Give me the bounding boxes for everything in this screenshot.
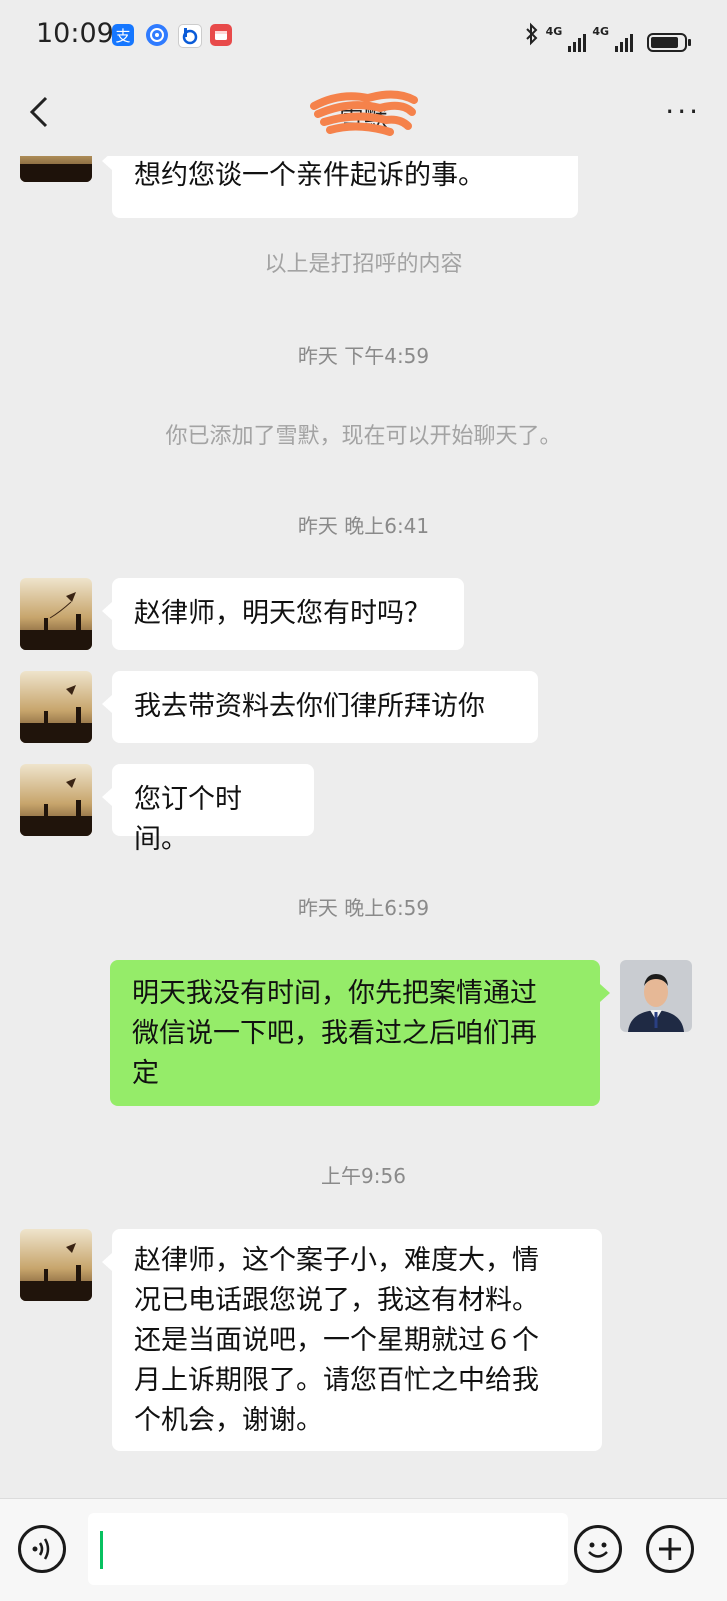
alipay-icon: 支 [112,24,134,46]
contact-avatar[interactable] [20,764,92,836]
contact-avatar[interactable] [20,1229,92,1301]
message-list[interactable]: 想约您谈一个亲件起诉的事。 以上是打招呼的内容 昨天 下午4:59 你已添加了雪… [0,156,727,1498]
calendar-app-icon [210,24,232,46]
message-text: 您订个时间。 [134,784,242,855]
baidu-netdisk-icon [146,24,168,46]
contact-avatar[interactable] [20,578,92,650]
message-text: 赵律师，明天您有时吗？ [134,598,431,629]
timestamp: 昨天 晚上6:41 [297,514,430,538]
message-text-line: 还是当面说吧，一个星期就过６个 [134,1325,539,1356]
bilibili-icon [178,24,202,48]
voice-icon [32,1538,50,1560]
network-type-1: 4G [545,25,563,38]
message-input[interactable] [88,1513,568,1585]
voice-button[interactable] [18,1525,66,1573]
message-bubble[interactable]: 您订个时间。 [102,764,314,855]
signal-icon-1 [568,30,587,52]
plus-icon [659,1538,681,1560]
timestamp: 昨天 下午4:59 [297,344,430,368]
message-bubble[interactable]: 我去带资料去你们律所拜访你 [102,671,538,743]
message-bubble[interactable]: 赵律师，这个案子小，难度大，情 况已电话跟您说了，我这有材料。 还是当面说吧，一… [102,1229,602,1451]
message-text-line: 况已电话跟您说了，我这有材料。 [134,1285,539,1316]
message-text-line: 明天我没有时间，你先把案情通过 [132,978,537,1009]
system-notice: 你已添加了雪默，现在可以开始聊天了。 [165,424,562,449]
message-bubble[interactable]: 赵律师，明天您有时吗？ [102,578,464,650]
message-text-line: 赵律师，这个案子小，难度大，情 [134,1245,539,1276]
emoji-icon [588,1542,608,1558]
more-button[interactable]: ··· [665,98,701,126]
contact-avatar[interactable] [20,156,92,182]
system-notice: 以上是打招呼的内容 [264,252,463,277]
message-text: 想约您谈一个亲件起诉的事。 [134,160,485,191]
message-bubble[interactable]: 想约您谈一个亲件起诉的事。 [102,156,578,218]
signal-icon-2 [615,30,633,52]
status-indicators: 4G 4G [524,22,691,52]
emoji-button[interactable] [574,1525,622,1573]
message-text: 我去带资料去你们律所拜访你 [134,691,485,722]
plus-button[interactable] [646,1525,694,1573]
svg-text:支: 支 [115,27,130,45]
timestamp: 上午9:56 [321,1164,406,1188]
my-avatar[interactable] [620,960,692,1032]
status-bar: 10:09 支 4G 4G [0,0,727,72]
battery-icon [647,33,691,52]
input-bar [0,1498,727,1601]
message-text-line: 个机会，谢谢。 [134,1405,323,1436]
timestamp: 昨天 晚上6:59 [297,896,430,920]
status-time: 10:09 [36,18,114,49]
message-text-line: 微信说一下吧，我看过之后咱们再 [132,1018,537,1049]
message-bubble-outgoing[interactable]: 明天我没有时间，你先把案情通过 微信说一下吧，我看过之后咱们再 定 [110,960,610,1106]
bluetooth-icon [524,22,540,52]
text-caret [100,1531,103,1569]
message-text-line: 定 [132,1058,159,1089]
message-text-line: 月上诉期限了。请您百忙之中给我 [134,1365,539,1396]
network-type-2: 4G [592,25,609,38]
contact-avatar[interactable] [20,671,92,743]
redaction-scribble [310,90,418,136]
